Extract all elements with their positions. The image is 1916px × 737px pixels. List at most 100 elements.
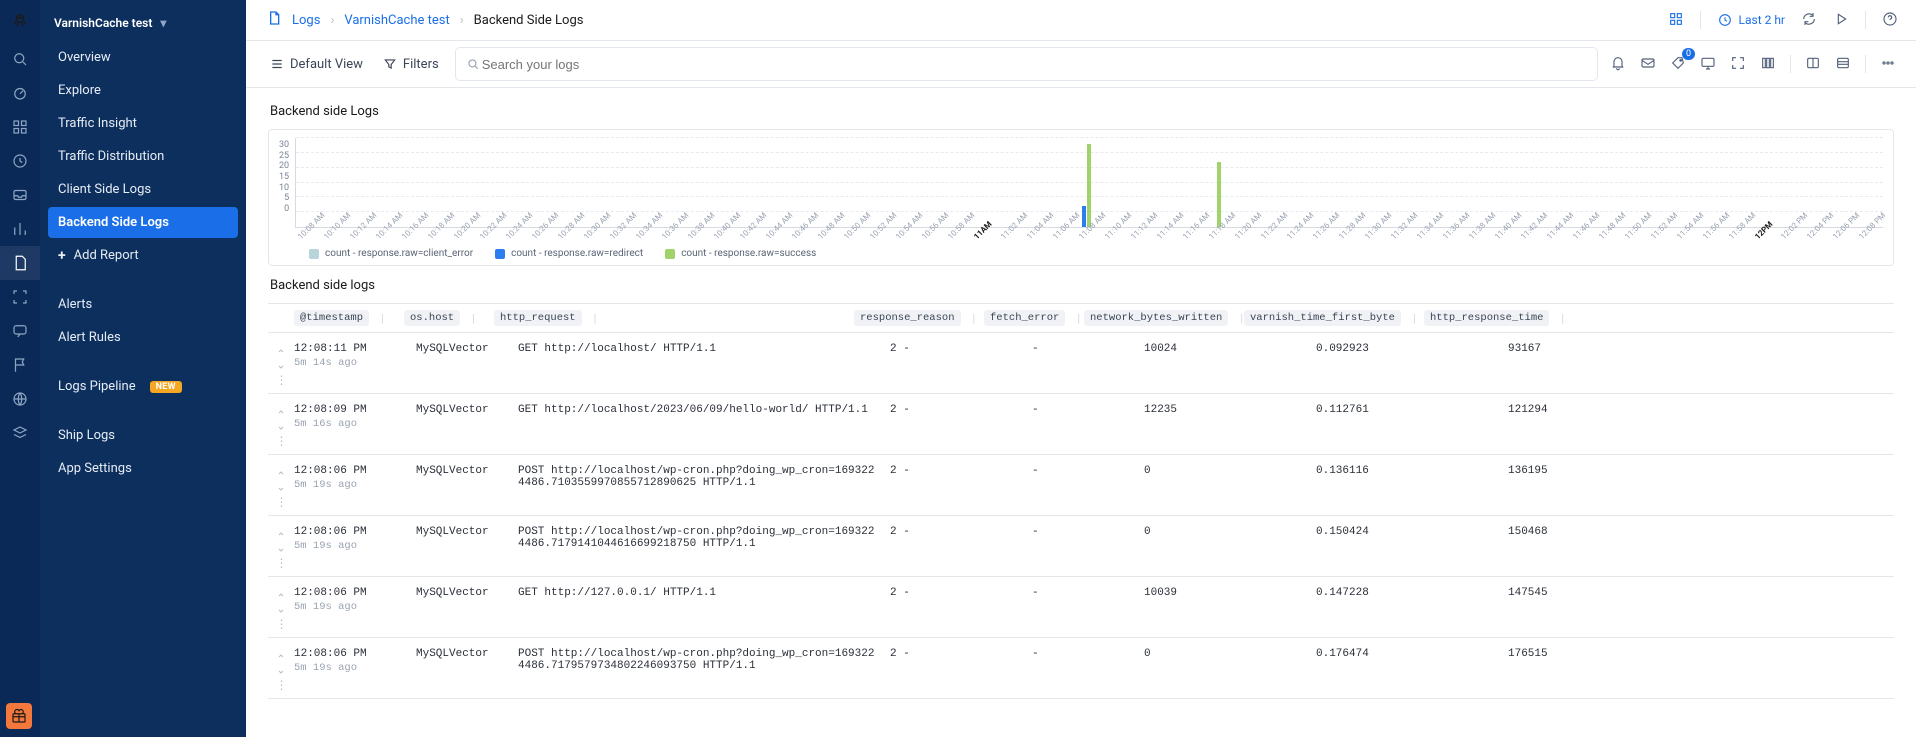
column-header[interactable]: response_reason| xyxy=(854,310,984,326)
legend-item[interactable]: count - response.raw=redirect xyxy=(495,248,643,259)
sidebar-item-backend-side-logs[interactable]: Backend Side Logs xyxy=(48,207,238,238)
workspace-switcher[interactable]: VarnishCache test ▾ xyxy=(48,10,238,42)
sidebar-item-label: Alert Rules xyxy=(58,330,121,345)
table-row[interactable]: ⋮12:08:11 PM5m 14s agoMySQLVectorGET htt… xyxy=(268,333,1894,394)
sidebar-item-ship-logs[interactable]: Ship Logs xyxy=(48,420,238,451)
monitor-icon[interactable] xyxy=(1700,55,1716,74)
sidebar-item-traffic-insight[interactable]: Traffic Insight xyxy=(48,108,238,139)
sidebar-item-label: App Settings xyxy=(58,461,132,476)
row-handle[interactable]: ⋮ xyxy=(268,343,294,383)
sidebar-item-app-settings[interactable]: App Settings xyxy=(48,453,238,484)
sidebar-item-explore[interactable]: Explore xyxy=(48,75,238,106)
resize-handle[interactable]: | xyxy=(466,312,481,325)
tag-icon[interactable]: 0 xyxy=(1670,55,1686,74)
sidebar-item-alert-rules[interactable]: Alert Rules xyxy=(48,322,238,353)
table-row[interactable]: ⋮12:08:06 PM5m 19s agoMySQLVectorPOST ht… xyxy=(268,516,1894,577)
fullscreen-icon[interactable] xyxy=(1730,55,1746,74)
drag-icon[interactable]: ⋮ xyxy=(276,560,287,566)
column-header[interactable]: @timestamp| xyxy=(294,310,404,326)
resize-handle[interactable]: | xyxy=(1407,312,1422,325)
stack-icon[interactable] xyxy=(0,416,40,450)
apps-grid-icon[interactable] xyxy=(1668,11,1684,30)
chat-icon[interactable] xyxy=(0,314,40,348)
sidebar-item-client-side-logs[interactable]: Client Side Logs xyxy=(48,174,238,205)
dashboard-icon[interactable] xyxy=(0,76,40,110)
sidebar-item-alerts[interactable]: Alerts xyxy=(48,289,238,320)
globe-icon[interactable] xyxy=(0,382,40,416)
resize-handle[interactable]: | xyxy=(1555,312,1570,325)
breadcrumb-sep: › xyxy=(330,13,334,28)
list-view-icon[interactable] xyxy=(1835,55,1851,74)
sidebar-item-traffic-distribution[interactable]: Traffic Distribution xyxy=(48,141,238,172)
layout-split-icon[interactable] xyxy=(1805,55,1821,74)
play-icon[interactable] xyxy=(1833,11,1849,30)
sidebar-item-overview[interactable]: Overview xyxy=(48,42,238,73)
breadcrumb-project[interactable]: VarnishCache test xyxy=(344,13,449,28)
row-handle[interactable]: ⋮ xyxy=(268,587,294,627)
legend-item[interactable]: count - response.raw=success xyxy=(665,248,816,259)
gift-button[interactable] xyxy=(6,703,32,729)
cell-network-bytes: 0 xyxy=(1144,526,1316,566)
new-badge: NEW xyxy=(150,381,182,393)
drag-icon[interactable]: ⋮ xyxy=(276,438,287,444)
legend-item[interactable]: count - response.raw=client_error xyxy=(309,248,473,259)
inbox-icon[interactable] xyxy=(0,178,40,212)
search-icon[interactable] xyxy=(0,42,40,76)
cell-http-request: POST http://localhost/wp-cron.php?doing_… xyxy=(518,526,890,566)
more-icon[interactable] xyxy=(1880,55,1896,74)
filters-button[interactable]: Filters xyxy=(379,51,443,78)
resize-handle[interactable]: | xyxy=(588,312,603,325)
drag-icon[interactable]: ⋮ xyxy=(276,499,287,505)
column-header[interactable]: http_request| xyxy=(494,310,854,326)
content: Backend side Logs 302520151050 10:08 AM1… xyxy=(246,88,1916,737)
row-handle[interactable]: ⋮ xyxy=(268,526,294,566)
column-header[interactable]: varnish_time_first_byte| xyxy=(1244,310,1424,326)
mail-icon[interactable] xyxy=(1640,55,1656,74)
time-range-picker[interactable]: Last 2 hr xyxy=(1717,12,1785,28)
column-header[interactable]: os.host| xyxy=(404,310,494,326)
drag-icon[interactable]: ⋮ xyxy=(276,682,287,688)
table-row[interactable]: ⋮12:08:06 PM5m 19s agoMySQLVectorPOST ht… xyxy=(268,638,1894,699)
row-handle[interactable]: ⋮ xyxy=(268,465,294,505)
document-icon[interactable] xyxy=(0,246,40,280)
clock-icon[interactable] xyxy=(0,144,40,178)
search-input-wrap[interactable] xyxy=(455,47,1598,81)
search-input[interactable] xyxy=(480,56,1587,73)
table-row[interactable]: ⋮12:08:06 PM5m 19s agoMySQLVectorGET htt… xyxy=(268,577,1894,638)
apps-icon[interactable] xyxy=(0,110,40,144)
row-handle[interactable]: ⋮ xyxy=(268,648,294,688)
chart-bar[interactable] xyxy=(1082,206,1086,227)
table-row[interactable]: ⋮12:08:06 PM5m 19s agoMySQLVectorPOST ht… xyxy=(268,455,1894,516)
document-icon xyxy=(266,10,282,30)
default-view-button[interactable]: Default View xyxy=(266,51,367,78)
row-handle[interactable]: ⋮ xyxy=(268,404,294,444)
column-chip: http_response_time xyxy=(1424,310,1549,326)
chart-plot[interactable]: 10:08 AM10:10 AM10:12 AM10:14 AM10:16 AM… xyxy=(295,138,1883,228)
scan-icon[interactable] xyxy=(0,280,40,314)
cell-varnish-tfb: 0.176474 xyxy=(1316,648,1508,688)
add-report-button[interactable]: +Add Report xyxy=(48,240,238,271)
cell-fetch-error: - xyxy=(1032,343,1144,383)
table-row[interactable]: ⋮12:08:09 PM5m 16s agoMySQLVectorGET htt… xyxy=(268,394,1894,455)
cell-network-bytes: 0 xyxy=(1144,648,1316,688)
drag-icon[interactable]: ⋮ xyxy=(276,621,287,627)
cell-http-response-time: 136195 xyxy=(1508,465,1660,505)
breadcrumb-root[interactable]: Logs xyxy=(292,13,320,28)
columns-toggle-icon[interactable] xyxy=(1760,55,1776,74)
chart-bar[interactable] xyxy=(1087,144,1091,227)
table-panel-title: Backend side logs xyxy=(270,278,1894,293)
column-header[interactable]: network_bytes_written| xyxy=(1084,310,1244,326)
column-header[interactable]: fetch_error| xyxy=(984,310,1084,326)
drag-icon[interactable]: ⋮ xyxy=(276,377,287,383)
brand-logo[interactable] xyxy=(6,6,34,34)
flag-icon[interactable] xyxy=(0,348,40,382)
help-icon[interactable] xyxy=(1882,11,1898,30)
refresh-icon[interactable] xyxy=(1801,11,1817,30)
bar-chart-icon[interactable] xyxy=(0,212,40,246)
bell-icon[interactable] xyxy=(1610,55,1626,74)
resize-handle[interactable]: | xyxy=(375,312,390,325)
sidebar-item-logs-pipeline[interactable]: Logs PipelineNEW xyxy=(48,371,238,402)
chart-bar[interactable] xyxy=(1217,162,1221,227)
column-header[interactable]: http_response_time| xyxy=(1424,310,1564,326)
resize-handle[interactable]: | xyxy=(967,312,982,325)
